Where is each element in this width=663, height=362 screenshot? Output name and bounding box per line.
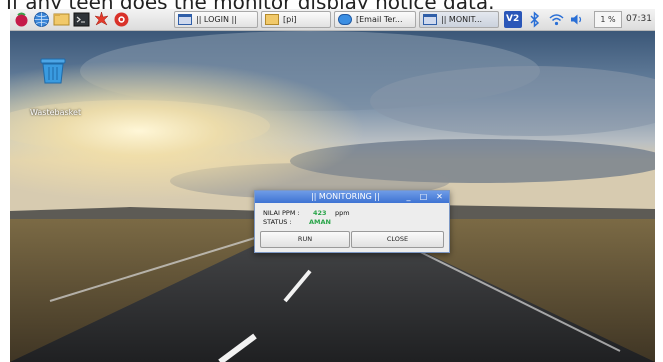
close-button[interactable]: CLOSE xyxy=(351,231,444,248)
taskbar-window-login[interactable]: || LOGIN || xyxy=(174,11,258,28)
screen: Wastebasket || LOGIN || [pi] [Email Ter.… xyxy=(10,9,655,362)
cpu-usage-indicator[interactable]: 1 % xyxy=(594,11,622,28)
minimize-button[interactable]: _ xyxy=(404,191,413,203)
status-label: STATUS : xyxy=(263,218,292,226)
dialog-title: || MONITORING || xyxy=(311,192,380,201)
dialog-titlebar[interactable]: || MONITORING || _ □ ✕ xyxy=(255,191,449,203)
run-button[interactable]: RUN xyxy=(260,231,350,248)
monitoring-dialog: || MONITORING || _ □ ✕ NILAI PPM : 423 p… xyxy=(254,190,450,253)
window-icon xyxy=(423,14,437,25)
wastebasket-icon xyxy=(40,58,66,84)
taskbar-window-email[interactable]: [Email Ter... xyxy=(334,11,416,28)
wifi-icon[interactable] xyxy=(548,11,565,28)
star-burst-icon[interactable] xyxy=(93,11,110,28)
close-window-button[interactable]: ✕ xyxy=(435,191,444,203)
screenshot: If any teen goes the monitor display not… xyxy=(0,0,663,362)
bluetooth-icon[interactable] xyxy=(526,11,543,28)
email-app-icon xyxy=(338,14,352,25)
vnc-icon[interactable]: V2 xyxy=(504,11,522,28)
taskbar-window-monitoring[interactable]: || MONIT... xyxy=(419,11,499,28)
ppm-value: 423 xyxy=(313,209,327,217)
file-manager-icon[interactable] xyxy=(53,11,70,28)
raspberry-menu-icon[interactable] xyxy=(13,11,30,28)
folder-icon xyxy=(265,14,279,25)
maximize-button[interactable]: □ xyxy=(419,191,428,203)
terminal-icon[interactable] xyxy=(73,11,90,28)
ppm-label: NILAI PPM : xyxy=(263,209,300,217)
red-circle-app-icon[interactable] xyxy=(113,11,130,28)
window-icon xyxy=(178,14,192,25)
volume-icon[interactable] xyxy=(568,11,585,28)
clock[interactable]: 07:31 xyxy=(626,11,652,28)
desktop-icon-label: Wastebasket xyxy=(30,108,82,117)
taskbar: || LOGIN || [pi] [Email Ter... || MONIT.… xyxy=(10,9,655,31)
status-value: AMAN xyxy=(309,218,331,226)
globe-browser-icon[interactable] xyxy=(33,11,50,28)
ppm-unit: ppm xyxy=(335,209,350,217)
taskbar-window-pi[interactable]: [pi] xyxy=(261,11,331,28)
